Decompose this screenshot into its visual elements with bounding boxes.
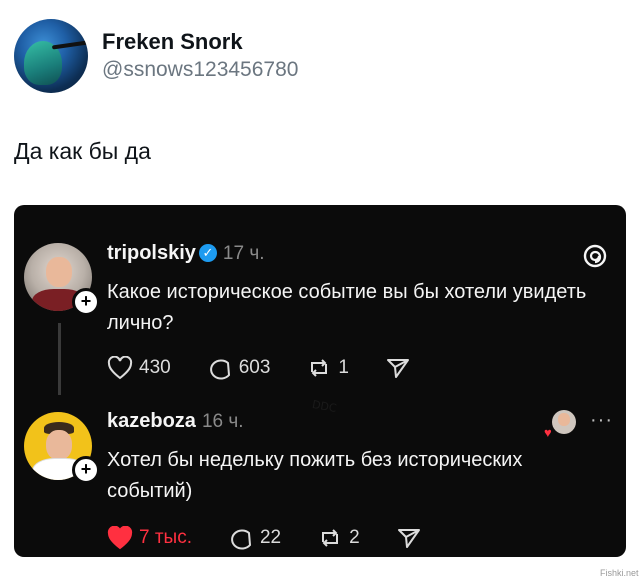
avatar-face	[46, 257, 72, 287]
share-button[interactable]	[396, 526, 428, 550]
verified-badge-icon: ✓	[198, 244, 217, 262]
like-button[interactable]: 7 тыс.	[107, 526, 192, 550]
site-watermark: Fishki.net	[600, 568, 639, 578]
thread-line	[58, 323, 61, 395]
username-text[interactable]: tripolskiy	[107, 242, 196, 264]
more-options-icon[interactable]: ···	[590, 409, 613, 432]
follow-plus-icon[interactable]: +	[72, 456, 100, 484]
post-text: Какое историческое событие вы бы хотели …	[107, 281, 587, 334]
heart-filled-icon	[107, 526, 133, 550]
threads-screenshot: + tripolskiy ✓ 17 ч. Какое историческое со…	[14, 205, 626, 557]
post-actions: 7 тыс. 22 2	[107, 523, 464, 553]
repost-button[interactable]: 2	[317, 526, 360, 550]
liked-by-heart-icon: ♥	[544, 425, 552, 440]
author-name[interactable]: Freken Snork	[102, 28, 298, 56]
repost-count: 2	[349, 527, 360, 548]
post-username[interactable]: kazeboza 16 ч.	[107, 410, 244, 433]
share-button[interactable]	[385, 356, 417, 380]
heart-icon	[107, 356, 133, 380]
post-time: 17 ч.	[222, 243, 265, 264]
avatar[interactable]	[14, 19, 88, 93]
reply-count: 603	[238, 357, 271, 378]
avatar-face	[46, 430, 72, 460]
post-actions: 430 603 1	[107, 353, 453, 383]
liked-by-avatar	[552, 410, 576, 434]
like-count: 430	[139, 357, 171, 378]
tweet-header: Freken Snork @ssnows123456780	[14, 19, 298, 93]
send-icon	[386, 359, 409, 378]
reply-button[interactable]: 603	[207, 356, 271, 380]
repost-icon	[322, 529, 339, 547]
author-handle[interactable]: @ssnows123456780	[102, 56, 298, 84]
like-button[interactable]: 430	[107, 356, 171, 380]
post-text: Хотел бы недельку пожить без исторически…	[107, 449, 523, 502]
author-block: Freken Snork @ssnows123456780	[102, 28, 298, 84]
comment-icon	[231, 529, 252, 550]
repost-icon	[311, 359, 328, 377]
reply-button[interactable]: 22	[228, 526, 281, 550]
follow-plus-icon[interactable]: +	[72, 288, 100, 316]
post-username[interactable]: tripolskiy ✓ 17 ч.	[107, 242, 265, 265]
threads-logo-icon[interactable]	[582, 243, 608, 269]
send-icon	[397, 529, 420, 548]
like-count: 7 тыс.	[139, 527, 192, 548]
reply-count: 22	[259, 527, 282, 548]
username-text[interactable]: kazeboza	[107, 410, 196, 432]
comment-icon	[209, 359, 230, 380]
repost-button[interactable]: 1	[306, 356, 349, 380]
watermark: DDC	[311, 397, 338, 416]
avatar-face	[558, 413, 570, 426]
hummingbird-beak	[51, 40, 88, 50]
post-time: 16 ч.	[201, 411, 244, 432]
tweet-text: Да как бы да	[14, 138, 151, 164]
repost-count: 1	[338, 357, 349, 378]
